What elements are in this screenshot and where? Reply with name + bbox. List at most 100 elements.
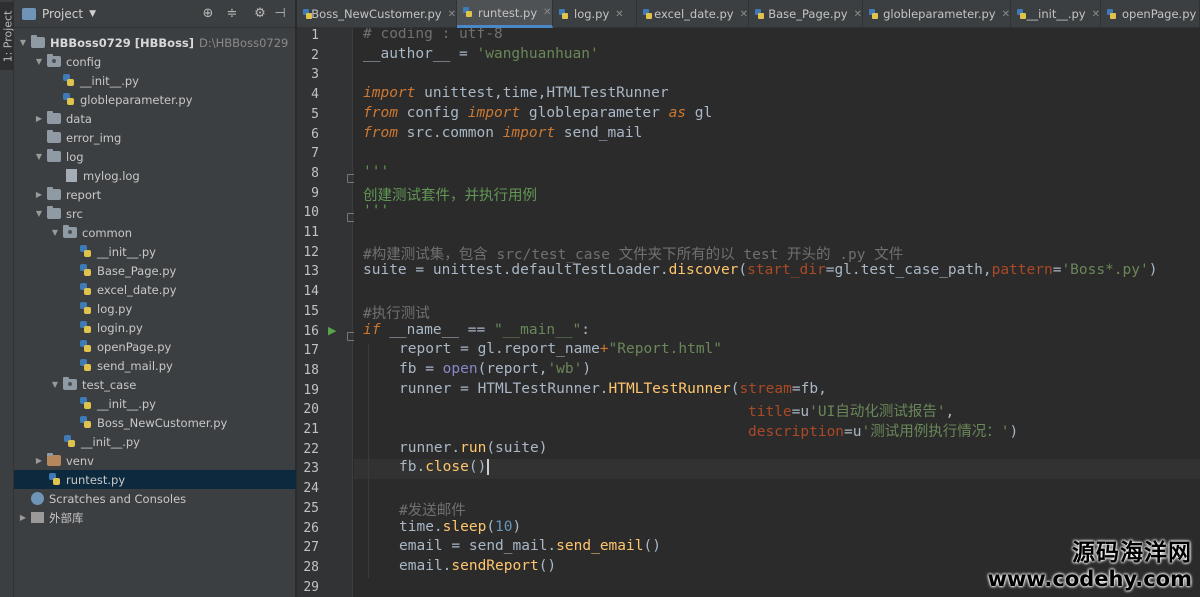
tree-item-init-common[interactable]: __init__.py (14, 242, 296, 261)
chevron-right-icon[interactable]: ▶ (34, 190, 44, 199)
tab-label: __init__.py (1026, 7, 1086, 21)
gear-icon[interactable]: ⚙ (252, 6, 268, 22)
python-file-icon (1017, 8, 1026, 20)
close-icon[interactable]: ✕ (1092, 9, 1100, 20)
chevron-down-icon[interactable]: ▼ (50, 380, 60, 389)
chevron-right-icon[interactable]: ▶ (18, 513, 28, 522)
tree-item-init-src[interactable]: __init__.py (14, 432, 296, 451)
line-number: 1 (311, 28, 319, 43)
chevron-down-icon[interactable]: ▼ (89, 9, 96, 19)
hide-panel-icon[interactable]: ⊣ (272, 6, 288, 22)
run-gutter-icon[interactable]: ▶ (328, 324, 336, 337)
watermark-url: www.codehy.com (987, 567, 1192, 591)
tab-log[interactable]: log.py ✕ (553, 0, 637, 28)
python-file-icon (63, 74, 75, 87)
tree-item-login[interactable]: login.py (14, 318, 296, 337)
project-tool-tab[interactable]: 1: Project (0, 2, 15, 70)
chevron-right-icon[interactable]: ▶ (34, 114, 44, 123)
tab-excel-date[interactable]: excel_date.py ✕ (637, 0, 749, 28)
close-icon[interactable]: ✕ (1002, 9, 1010, 20)
tab-globleparameter[interactable]: globleparameter.py ✕ (863, 0, 1011, 28)
chevron-down-icon[interactable]: ▼ (34, 152, 44, 161)
tree-item-label: globleparameter.py (80, 92, 193, 107)
tree-item-runtest[interactable]: runtest.py (14, 470, 296, 489)
line-number: 25 (303, 500, 319, 516)
tree-item-log[interactable]: ▼ log (14, 147, 296, 166)
tree-item-label: 外部库 (49, 510, 84, 525)
python-file-icon (755, 8, 765, 20)
close-icon[interactable]: ✕ (615, 9, 623, 20)
tab-init[interactable]: __init__.py ✕ (1011, 0, 1101, 28)
library-icon (31, 512, 44, 523)
locate-icon[interactable]: ⊕ (200, 6, 216, 22)
tree-item-init-config[interactable]: __init__.py (14, 71, 296, 90)
tree-item-send-mail[interactable]: send_mail.py (14, 356, 296, 375)
tree-item-label: __init__.py (80, 73, 139, 88)
tree-item-label: mylog.log (83, 168, 140, 183)
close-icon[interactable]: ✕ (854, 9, 862, 20)
tree-item-test-case[interactable]: ▼ test_case (14, 375, 296, 394)
code-line-1: # coding : utf-8 (363, 28, 503, 42)
line-number: 29 (303, 579, 319, 595)
tab-label: runtest.py (478, 5, 538, 20)
folder-icon (47, 206, 61, 219)
tree-item-src[interactable]: ▼ src (14, 204, 296, 223)
python-file-icon (80, 340, 92, 353)
chevron-down-icon[interactable]: ▼ (18, 38, 28, 47)
line-number: 13 (303, 264, 319, 280)
code-line-13: suite = unittest.defaultTestLoader.disco… (363, 262, 1158, 279)
tree-item-venv[interactable]: ▶ venv (14, 451, 296, 470)
project-icon (22, 7, 36, 20)
tree-item-external-libraries[interactable]: ▶ 外部库 (14, 508, 296, 527)
line-number: 4 (311, 87, 319, 103)
code-line-21: description=u'测试用例执行情况：') (748, 424, 1019, 440)
root-path: D:\HBBoss0729 (199, 35, 289, 50)
close-icon[interactable]: ✕ (543, 7, 551, 18)
code-line-8: ''' (363, 163, 390, 180)
folder-icon (47, 187, 61, 200)
chevron-down-icon[interactable]: ▼ (50, 228, 60, 237)
folder-icon (47, 453, 61, 466)
tree-item-label: Boss_NewCustomer.py (97, 415, 228, 430)
tree-item-globleparameter[interactable]: globleparameter.py (14, 90, 296, 109)
tree-item-mylog[interactable]: mylog.log (14, 166, 296, 185)
tab-openpage[interactable]: openPage.py (1101, 0, 1200, 28)
code-line-22: runner.run(suite) (399, 439, 548, 456)
close-icon[interactable]: ✕ (448, 9, 456, 20)
tree-item-label: openPage.py (97, 339, 172, 354)
tree-item-error-img[interactable]: error_img (14, 128, 296, 147)
tree-item-scratches[interactable]: Scratches and Consoles (14, 489, 296, 508)
tree-item-init-test-case[interactable]: __init__.py (14, 394, 296, 413)
text-cursor (487, 459, 490, 476)
tree-item-base-page[interactable]: Base_Page.py (14, 261, 296, 280)
tab-label: excel_date.py (654, 7, 734, 21)
chevron-down-icon[interactable]: ▼ (34, 57, 44, 66)
code-editor[interactable]: # coding : utf-8 __author__ = 'wanghuanh… (354, 28, 1200, 597)
collapse-all-icon[interactable]: ≑ (224, 6, 240, 22)
tree-item-common[interactable]: ▼ common (14, 223, 296, 242)
folder-icon (47, 111, 61, 124)
line-number: 28 (303, 559, 319, 575)
line-number: 18 (303, 362, 319, 378)
tree-item-boss-newcustomer[interactable]: Boss_NewCustomer.py (14, 413, 296, 432)
tab-base-page[interactable]: Base_Page.py ✕ (749, 0, 863, 28)
python-file-icon (303, 8, 313, 20)
line-number: 27 (303, 540, 319, 556)
tree-item-label: test_case (82, 377, 137, 392)
chevron-right-icon[interactable]: ▶ (34, 456, 44, 465)
tree-item-report[interactable]: ▶ report (14, 185, 296, 204)
project-panel-title[interactable]: Project (42, 7, 83, 21)
chevron-down-icon[interactable]: ▼ (34, 209, 44, 218)
tree-item-root[interactable]: ▼ HBBoss0729 [HBBoss] D:\HBBoss0729 (14, 33, 296, 52)
tree-item-label: venv (66, 453, 94, 468)
python-file-icon (1107, 8, 1117, 20)
close-icon[interactable]: ✕ (740, 9, 748, 20)
tree-item-log-py[interactable]: log.py (14, 299, 296, 318)
tab-boss-newcustomer[interactable]: Boss_NewCustomer.py ✕ (297, 0, 457, 28)
tree-item-excel-date[interactable]: excel_date.py (14, 280, 296, 299)
folder-icon (47, 130, 61, 143)
tab-runtest[interactable]: runtest.py ✕ (457, 0, 553, 28)
tree-item-data[interactable]: ▶ data (14, 109, 296, 128)
tree-item-config[interactable]: ▼ config (14, 52, 296, 71)
tree-item-openpage[interactable]: openPage.py (14, 337, 296, 356)
